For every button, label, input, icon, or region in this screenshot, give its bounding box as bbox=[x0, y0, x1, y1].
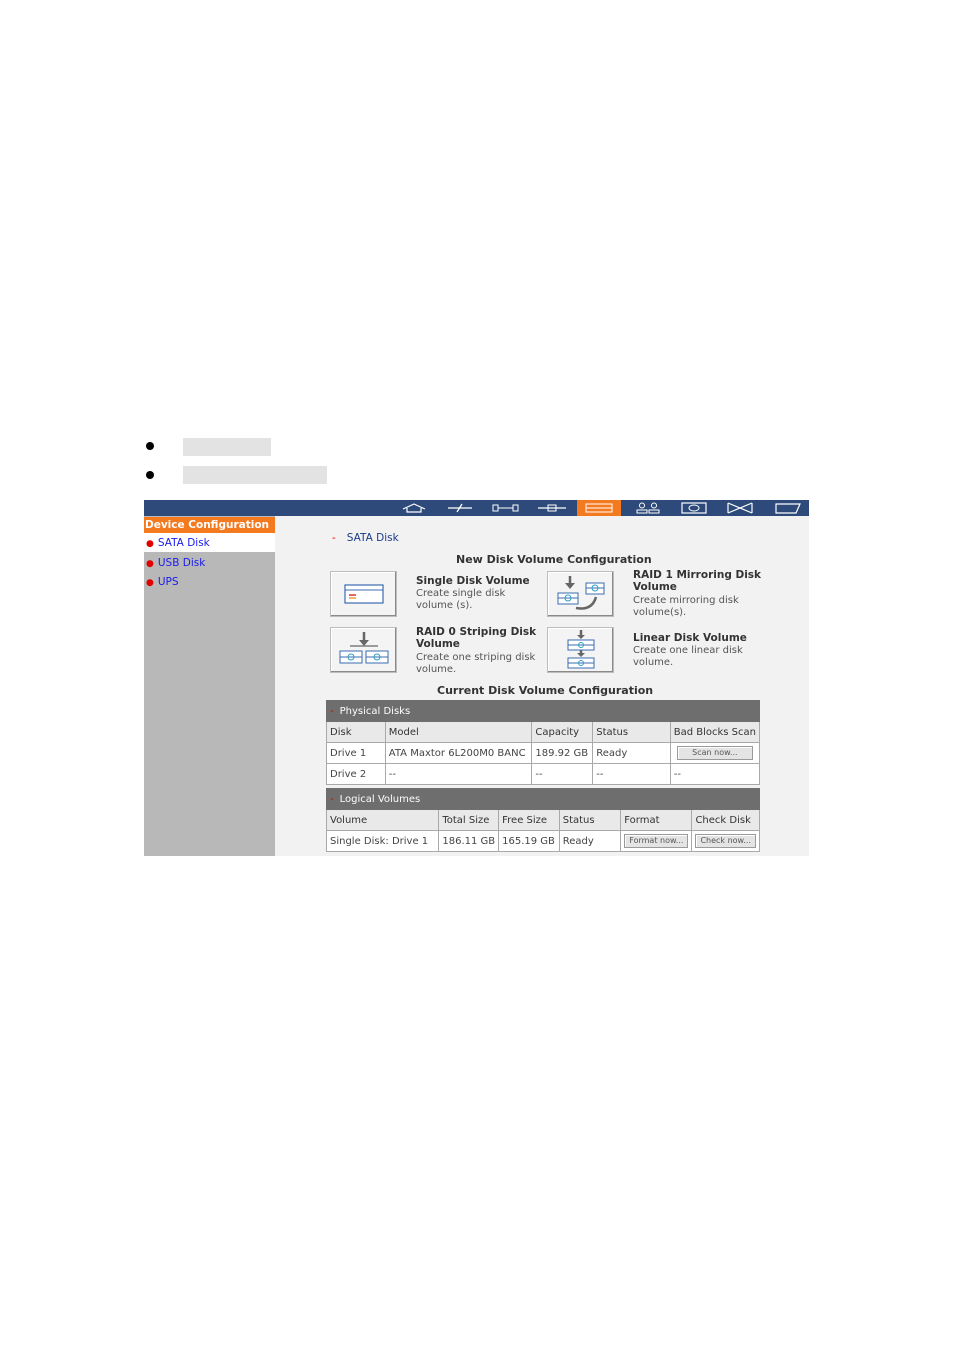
quick-config-icon[interactable] bbox=[438, 500, 482, 516]
single-disk-volume-title: Single Disk Volume bbox=[416, 575, 530, 587]
status-icon[interactable] bbox=[766, 500, 809, 516]
linear-disk-volume-button[interactable] bbox=[547, 627, 614, 673]
col-status: Status bbox=[558, 809, 622, 831]
sidebar-item-ups[interactable]: ● UPS bbox=[146, 575, 179, 590]
dash-icon: - bbox=[332, 532, 336, 544]
scan-now-button[interactable]: Scan now... bbox=[677, 746, 753, 760]
cell-disk: Drive 1 bbox=[326, 742, 386, 764]
cell-scan: -- bbox=[669, 763, 761, 785]
sidebar-item-label: SATA Disk bbox=[157, 537, 210, 549]
raid0-striping-desc: Create one striping disk volume. bbox=[416, 652, 536, 675]
dash-icon: - bbox=[330, 793, 334, 805]
table-row: Drive 1 ATA Maxtor 6L200M0 BANC 189.92 G… bbox=[326, 742, 761, 764]
physical-disks-header-row: Disk Model Capacity Status Bad Blocks Sc… bbox=[326, 721, 761, 743]
logical-volumes-caption: - Logical Volumes bbox=[326, 788, 760, 810]
dash-icon: - bbox=[330, 705, 334, 717]
raid0-striping-title: RAID 0 Striping Disk Volume bbox=[416, 626, 537, 650]
col-free-size: Free Size bbox=[498, 809, 560, 831]
logical-volumes-header-row: Volume Total Size Free Size Status Forma… bbox=[325, 809, 760, 831]
home-icon[interactable] bbox=[392, 500, 436, 516]
physical-disks-caption-label: Physical Disks bbox=[339, 705, 411, 717]
raid1-mirroring-button[interactable] bbox=[547, 571, 614, 617]
raid1-mirroring-title: RAID 1 Mirroring Disk Volume bbox=[633, 569, 762, 593]
device-config-icon[interactable] bbox=[577, 500, 621, 516]
sidebar-header: Device Configuration bbox=[144, 517, 275, 533]
cell-check-disk: Check now... bbox=[691, 830, 760, 852]
table-row: Drive 2 -- -- -- -- bbox=[326, 763, 761, 785]
bullet-icon: ● bbox=[146, 539, 154, 549]
single-disk-icon bbox=[343, 584, 384, 604]
cell-model: ATA Maxtor 6L200M0 BANC bbox=[384, 742, 533, 764]
col-volume: Volume bbox=[325, 809, 440, 831]
col-disk: Disk bbox=[326, 721, 386, 743]
redacted-text-1 bbox=[183, 438, 271, 456]
col-format: Format bbox=[620, 809, 693, 831]
cell-status: Ready bbox=[558, 830, 622, 852]
network-share-icon[interactable] bbox=[672, 500, 716, 516]
bullet-icon: ● bbox=[146, 559, 154, 569]
breadcrumb-label: SATA Disk bbox=[346, 532, 399, 544]
cell-scan: Scan now... bbox=[669, 742, 761, 764]
linear-disk-icon bbox=[567, 630, 594, 669]
cell-capacity: 189.92 GB bbox=[531, 742, 594, 764]
logical-volumes-caption-row: - Logical Volumes bbox=[326, 788, 760, 810]
breadcrumb: - SATA Disk bbox=[332, 532, 399, 544]
cell-disk: Drive 2 bbox=[326, 763, 386, 785]
col-status: Status bbox=[592, 721, 671, 743]
bullet-2 bbox=[146, 471, 154, 479]
col-total-size: Total Size bbox=[438, 809, 500, 831]
raid0-striping-button[interactable] bbox=[330, 627, 397, 673]
cell-volume: Single Disk: Drive 1 bbox=[325, 830, 440, 852]
cell-status: -- bbox=[592, 763, 671, 785]
single-disk-volume-button[interactable] bbox=[330, 571, 397, 617]
cell-model: -- bbox=[384, 763, 533, 785]
sidebar: Device Configuration ● SATA Disk ● USB Dis… bbox=[144, 516, 275, 856]
sidebar-item-usb-disk[interactable]: ● USB Disk bbox=[146, 556, 205, 571]
applications-icon[interactable] bbox=[718, 500, 762, 516]
physical-disks-table: - Physical Disks Disk Model Capacity Stat… bbox=[326, 700, 761, 785]
cell-free-size: 165.19 GB bbox=[498, 830, 560, 852]
logical-volumes-caption-label: Logical Volumes bbox=[339, 793, 421, 805]
current-config-title: Current Disk Volume Configuration bbox=[437, 684, 654, 697]
sidebar-item-label: UPS bbox=[157, 576, 179, 588]
raid1-mirroring-desc: Create mirroring disk volume(s). bbox=[633, 595, 739, 618]
col-model: Model bbox=[384, 721, 533, 743]
sidebar-item-label: USB Disk bbox=[157, 557, 206, 569]
logical-volumes-table: - Logical Volumes Volume Total Size Free … bbox=[325, 788, 760, 852]
raid0-striping-icon bbox=[339, 632, 388, 664]
bullet-1 bbox=[146, 442, 154, 450]
check-now-button[interactable]: Check now... bbox=[695, 834, 756, 848]
user-management-icon[interactable] bbox=[626, 500, 670, 516]
format-now-button[interactable]: Format now... bbox=[624, 834, 689, 848]
single-disk-volume-desc: Create single disk volume (s). bbox=[416, 588, 506, 611]
table-row: Single Disk: Drive 1 186.11 GB 165.19 GB… bbox=[325, 830, 760, 852]
system-tools-icon[interactable] bbox=[484, 500, 528, 516]
physical-disks-caption-row: - Physical Disks bbox=[326, 700, 760, 722]
col-capacity: Capacity bbox=[531, 721, 594, 743]
col-check-disk: Check Disk bbox=[691, 809, 760, 831]
cell-total-size: 186.11 GB bbox=[438, 830, 500, 852]
linear-disk-volume-title: Linear Disk Volume bbox=[633, 632, 747, 644]
raid1-mirroring-icon bbox=[557, 576, 604, 610]
cell-status: Ready bbox=[592, 742, 671, 764]
redacted-text-2 bbox=[183, 466, 327, 484]
new-config-title: New Disk Volume Configuration bbox=[456, 553, 652, 566]
cell-capacity: -- bbox=[531, 763, 594, 785]
top-nav-bar bbox=[144, 500, 809, 516]
sidebar-item-sata-disk[interactable]: ● SATA Disk bbox=[146, 536, 210, 551]
physical-disks-caption: - Physical Disks bbox=[326, 700, 760, 722]
cell-format: Format now... bbox=[620, 830, 693, 852]
nas-admin-screenshot: Device Configuration ● SATA Disk ● USB Dis… bbox=[144, 500, 809, 856]
bullet-icon: ● bbox=[146, 578, 154, 588]
network-icon[interactable] bbox=[530, 500, 574, 516]
linear-disk-volume-desc: Create one linear disk volume. bbox=[633, 645, 743, 668]
col-bad-blocks-scan: Bad Blocks Scan bbox=[669, 721, 761, 743]
